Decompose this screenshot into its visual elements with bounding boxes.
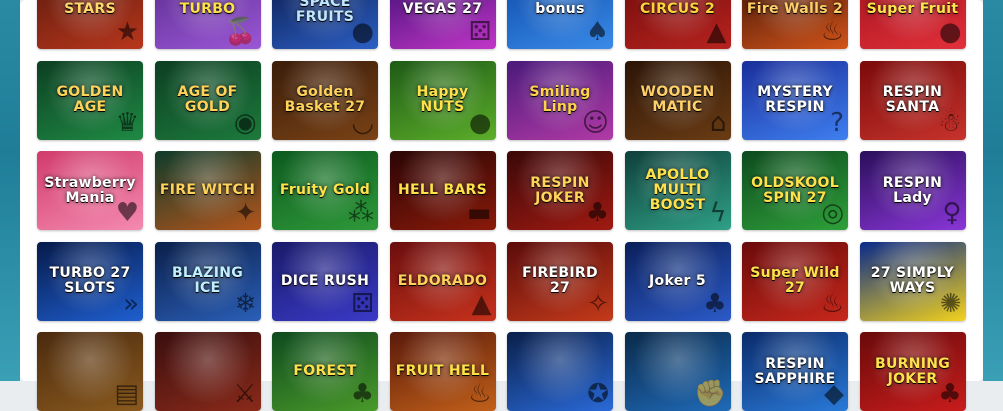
game-tile[interactable]: ● Happy NUTS	[389, 60, 496, 140]
game-title: SPACE FRUITS	[295, 0, 355, 25]
game-tile[interactable]: 🍒 TURBO	[154, 0, 261, 49]
game-title: ELDORADO	[397, 272, 488, 289]
game-title: Golden Basket 27	[284, 84, 366, 115]
game-title: TURBO	[179, 1, 236, 17]
game-tile[interactable]: ✺ 27 SIMPLY WAYS	[859, 241, 966, 321]
game-tile[interactable]: ✊	[624, 332, 731, 411]
game-title: MYSTERY RESPIN	[757, 84, 833, 115]
game-tile[interactable]: ♨ FRUIT HELL	[389, 332, 496, 411]
game-title: Super Fruit	[866, 1, 959, 17]
temple-icon: ▲	[471, 288, 492, 319]
game-tile[interactable]: ● Super Fruit	[859, 0, 966, 49]
game-tile[interactable]: ▬ HELL BARS	[389, 151, 496, 230]
game-tile[interactable]: ♣ BURNING JOKER	[859, 332, 966, 411]
dice-icon: ⚄	[468, 17, 492, 47]
game-title: TURBO 27 SLOTS	[49, 265, 131, 296]
games-panel: ★ STARS 🍒 TURBO ● SPACE FRUITS ⚄ VEGAS 27 ♠ bonus…	[20, 0, 983, 411]
game-tile[interactable]: ❄ BLAZING ICE	[154, 241, 261, 321]
background-left-edge	[0, 0, 20, 381]
game-title: Strawberry Mania	[44, 174, 136, 206]
game-title: RESPIN JOKER	[530, 174, 590, 206]
game-title: APOLLO MULTI BOOST	[645, 167, 710, 213]
game-tile[interactable]: ▲ CIRCUS 2	[624, 0, 731, 49]
game-title: bonus	[535, 1, 585, 17]
game-title: FIRE WITCH	[159, 182, 256, 198]
game-title: RESPIN SANTA	[882, 84, 943, 115]
game-tile[interactable]: ● SPACE FRUITS	[272, 0, 378, 49]
game-title: Joker 5	[649, 272, 706, 289]
game-tile[interactable]: ★ STARS	[37, 0, 143, 49]
flame-icon: ♨	[820, 17, 844, 47]
lemon-icon: ●	[938, 17, 962, 47]
game-tile[interactable]: ▲ ELDORADO	[389, 241, 496, 321]
joker-icon: ♣	[703, 288, 727, 319]
game-title: Smiling Linp	[529, 84, 591, 115]
hero-icon: ✪	[587, 379, 609, 409]
game-title: FOREST	[293, 363, 357, 379]
game-title: Super Wild 27	[750, 265, 840, 296]
fighter-icon: ✊	[694, 379, 727, 409]
game-tile[interactable]: ✧ FIREBIRD 27	[507, 241, 613, 321]
tent-icon: ▲	[706, 17, 727, 47]
game-title: DICE RUSH	[280, 272, 370, 289]
game-title: AGE OF GOLD	[177, 84, 238, 115]
game-tile[interactable]: ♥ Strawberry Mania	[37, 151, 143, 230]
game-tile[interactable]: ♨ Fire Walls 2	[742, 0, 848, 49]
game-tile[interactable]: ⚄ DICE RUSH	[272, 241, 378, 321]
game-title: STARS	[64, 1, 116, 17]
game-title: Fruity Gold	[279, 182, 371, 198]
cherry-icon: 🍒	[224, 17, 257, 47]
game-tile[interactable]: ☃ RESPIN SANTA	[859, 60, 966, 140]
game-tile[interactable]: ♛ GOLDEN AGE	[37, 60, 143, 140]
game-title: HELL BARS	[397, 182, 488, 198]
game-tile[interactable]: ♨ Super Wild 27	[742, 241, 848, 321]
game-tile[interactable]: ♣ Joker 5	[624, 241, 731, 321]
game-title: FRUIT HELL	[395, 363, 490, 379]
game-title: CIRCUS 2	[639, 1, 715, 17]
warrior-icon: ⚔	[233, 379, 257, 409]
game-tile[interactable]: ▤	[37, 332, 143, 411]
star-icon: ★	[115, 17, 139, 47]
game-title: VEGAS 27	[402, 1, 483, 17]
flame-icon: ♨	[468, 379, 492, 409]
game-title: OLDSKOOL SPIN 27	[751, 174, 839, 206]
game-title: Fire Walls 2	[746, 1, 844, 17]
game-tile[interactable]: ⌂ WOODEN MATIC	[624, 60, 731, 140]
book-icon: ▤	[114, 379, 139, 409]
witch-icon: ✦	[234, 198, 257, 228]
game-title: GOLDEN AGE	[56, 84, 124, 115]
bar-icon: ▬	[466, 198, 492, 228]
game-tile[interactable]: ⚄ VEGAS 27	[389, 0, 496, 49]
game-tile[interactable]: ◆ RESPIN SAPPHIRE	[742, 332, 848, 411]
dice-icon: ⚄	[351, 288, 374, 319]
game-title: 27 SIMPLY WAYS	[870, 265, 955, 296]
game-tile[interactable]: ⚔	[154, 332, 261, 411]
grapes-icon: ⁂	[348, 198, 374, 228]
game-tile[interactable]: ♠ bonus	[507, 0, 613, 49]
game-tile[interactable]: ⁂ Fruity Gold	[272, 151, 378, 230]
game-title: Happy NUTS	[416, 84, 469, 115]
game-tile[interactable]: ◡ Golden Basket 27	[272, 60, 378, 140]
game-tile[interactable]: ♣ FOREST	[272, 332, 378, 411]
game-tile[interactable]: ☺ Smiling Linp	[507, 60, 613, 140]
game-title: RESPIN SAPPHIRE	[754, 355, 836, 387]
background-right-edge	[983, 0, 1003, 381]
game-tile[interactable]: ✪	[507, 332, 613, 411]
game-tile[interactable]: ◎ OLDSKOOL SPIN 27	[742, 151, 848, 230]
game-title: BURNING JOKER	[874, 355, 951, 387]
game-title: BLAZING ICE	[171, 265, 244, 296]
game-tile[interactable]: ? MYSTERY RESPIN	[742, 60, 848, 140]
game-title: FIREBIRD 27	[522, 265, 598, 296]
game-tile[interactable]: » TURBO 27 SLOTS	[37, 241, 143, 321]
game-title: RESPIN Lady	[882, 174, 943, 206]
game-tile[interactable]: ϟ APOLLO MULTI BOOST	[624, 151, 731, 230]
game-tile[interactable]: ♀ RESPIN Lady	[859, 151, 966, 230]
game-tile[interactable]: ✦ FIRE WITCH	[154, 151, 261, 230]
game-tile[interactable]: ♣ RESPIN JOKER	[507, 151, 613, 230]
jack-icon: ♠	[585, 17, 609, 47]
game-tile[interactable]: ◉ AGE OF GOLD	[154, 60, 261, 140]
game-title: WOODEN MATIC	[640, 84, 715, 115]
tree-icon: ♣	[350, 379, 374, 409]
